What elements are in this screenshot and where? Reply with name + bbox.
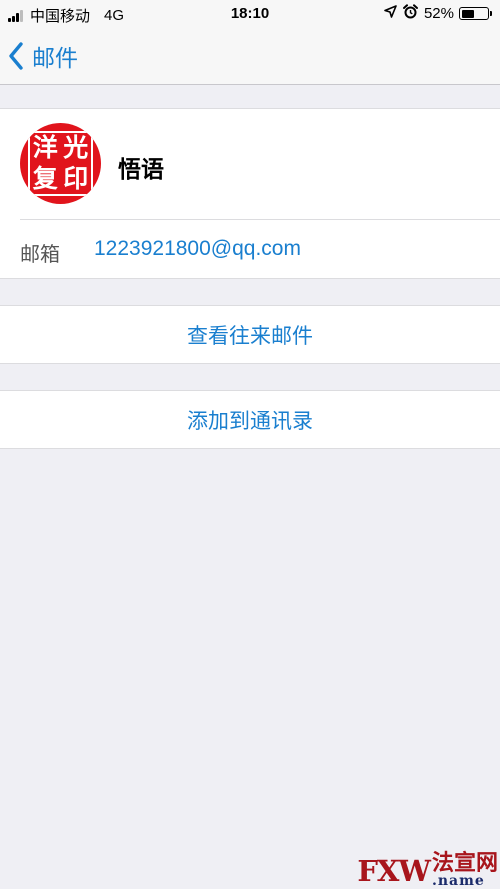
location-arrow-icon — [384, 5, 397, 22]
back-label: 邮件 — [32, 45, 78, 71]
back-button[interactable]: 邮件 — [8, 36, 78, 76]
avatar-seal: 洋 光 复 印 — [28, 131, 93, 196]
battery-tip — [490, 11, 492, 16]
battery-percent: 52% — [423, 5, 454, 22]
avatar-char: 洋 — [32, 133, 58, 162]
battery-icon — [459, 7, 489, 20]
contact-card: 洋 光 复 印 悟语 邮箱 1223921800@qq.com — [0, 108, 500, 279]
watermark-domain: .name — [431, 873, 485, 889]
email-address-link[interactable]: 1223921800@qq.com — [94, 237, 301, 261]
avatar-char: 光 — [63, 133, 89, 162]
contact-name: 悟语 — [118, 156, 164, 182]
avatar-char: 复 — [32, 163, 58, 193]
avatar-char: 印 — [63, 163, 89, 193]
view-mail-button[interactable]: 查看往来邮件 — [0, 305, 500, 364]
watermark-right: 法宣网 .name — [431, 850, 498, 889]
chevron-left-icon — [8, 42, 24, 70]
avatar: 洋 光 复 印 — [20, 123, 101, 204]
add-to-contacts-button[interactable]: 添加到通讯录 — [0, 390, 500, 449]
watermark-logo: FXW 法宣网 .name — [357, 850, 498, 889]
watermark-cn: 法宣网 — [431, 850, 498, 876]
add-to-contacts-label: 添加到通讯录 — [187, 409, 313, 433]
divider — [20, 219, 500, 220]
alarm-clock-icon — [402, 4, 418, 23]
status-bar: 中国移动 4G 18:10 52% — [0, 0, 500, 28]
email-label: 邮箱 — [20, 244, 60, 266]
view-mail-label: 查看往来邮件 — [187, 324, 313, 348]
watermark-fxw: FXW — [357, 854, 431, 888]
nav-bar: 邮件 — [0, 28, 500, 85]
status-right: 52% — [384, 4, 492, 23]
